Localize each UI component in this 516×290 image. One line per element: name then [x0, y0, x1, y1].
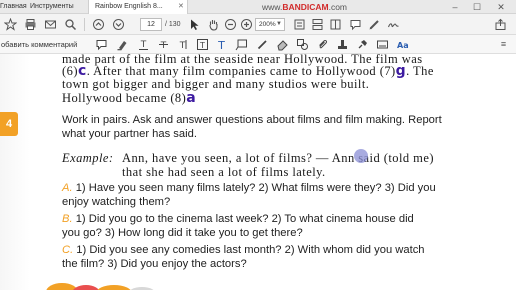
- chevron-down-icon: ▼: [276, 21, 282, 27]
- highlight-icon[interactable]: [116, 38, 129, 51]
- signature-icon[interactable]: [376, 38, 389, 51]
- close-tab-icon[interactable]: ✕: [178, 0, 184, 14]
- mouse-cursor: [354, 149, 368, 163]
- text-fragment: . The: [406, 64, 434, 78]
- comment-icon[interactable]: [349, 18, 362, 31]
- page-gutter: [0, 54, 30, 290]
- exercise-instruction: what your partner has said.: [62, 128, 197, 140]
- next-section-logo: [46, 283, 154, 290]
- underline-icon[interactable]: T: [137, 38, 150, 51]
- item-marker: C.: [62, 244, 74, 256]
- shapes-icon[interactable]: [296, 38, 309, 51]
- share-icon[interactable]: [494, 18, 507, 31]
- example-line: Ann, have you seen, a lot of films? — An…: [122, 151, 434, 165]
- print-icon[interactable]: [24, 18, 37, 31]
- svg-text:T: T: [160, 41, 167, 51]
- collapse-toolbar-icon[interactable]: ≡: [497, 38, 510, 51]
- list-item: A. 1) Have you seen many films lately? 2…: [62, 182, 436, 194]
- comment-toolbar: обавить комментарий T T T T T Aa ≡: [0, 35, 516, 54]
- zoom-select[interactable]: 200% ▼: [255, 18, 285, 31]
- tab-bar: Главная Инструменты Rainbow Engnlish 8..…: [0, 0, 516, 14]
- star-icon[interactable]: [4, 18, 17, 31]
- add-comment-label[interactable]: обавить комментарий: [1, 35, 77, 54]
- watermark-suffix: .com: [328, 2, 348, 12]
- text-format-icon[interactable]: Aa: [396, 38, 409, 51]
- example-line: Example:: [62, 151, 114, 166]
- example-label: Example:: [62, 151, 114, 165]
- pin-icon[interactable]: [356, 38, 369, 51]
- scroll-mode-icon[interactable]: [311, 18, 324, 31]
- tab-document[interactable]: Rainbow Engnlish 8...: [88, 0, 188, 14]
- main-toolbar: 12 / 130 200% ▼: [0, 14, 516, 35]
- minimize-icon[interactable]: –: [448, 0, 462, 14]
- item-marker: B.: [62, 213, 73, 225]
- svg-text:Aa: Aa: [397, 41, 409, 50]
- pencil-icon[interactable]: [256, 38, 269, 51]
- select-cursor-icon[interactable]: [188, 18, 201, 31]
- hand-tool-icon[interactable]: [207, 18, 220, 31]
- example-line: that she had seen a lot of films lately.: [122, 165, 326, 179]
- stamp-icon[interactable]: [336, 38, 349, 51]
- text-insert-icon[interactable]: T: [176, 38, 189, 51]
- text-fragment: . After that many film companies came to…: [86, 64, 396, 78]
- item-text: 1) Have you seen many films lately? 2) W…: [75, 182, 436, 194]
- handwritten-answer: a: [186, 90, 197, 106]
- eraser-icon[interactable]: [276, 38, 289, 51]
- page-total: / 130: [165, 21, 181, 28]
- text-icon[interactable]: T: [215, 38, 228, 51]
- item-text: 1) Did you go to the cinema last week? 2…: [75, 213, 414, 225]
- read-mode-icon[interactable]: [329, 18, 342, 31]
- fit-page-icon[interactable]: [293, 18, 306, 31]
- watermark-prefix: www.: [262, 2, 283, 12]
- maximize-icon[interactable]: ☐: [470, 0, 484, 14]
- sticky-note-icon[interactable]: [95, 38, 108, 51]
- list-item: the film? 3) Did you enjoy the actors?: [62, 258, 247, 270]
- watermark-brand: BANDICAM: [282, 2, 329, 12]
- close-window-icon[interactable]: ✕: [494, 0, 508, 14]
- toolbar-divider: [84, 18, 85, 31]
- item-text: 1) Did you see any comedies last month? …: [76, 244, 425, 256]
- list-item: C. 1) Did you see any comedies last mont…: [62, 244, 425, 256]
- sign-icon[interactable]: [387, 18, 400, 31]
- callout-icon[interactable]: [235, 38, 248, 51]
- list-item: B. 1) Did you go to the cinema last week…: [62, 213, 414, 225]
- document-page: made part of the film at the seaside nea…: [0, 54, 516, 290]
- search-icon[interactable]: [64, 18, 77, 31]
- svg-text:T: T: [217, 39, 225, 51]
- exercise-number-badge: 4: [0, 112, 18, 136]
- svg-text:T: T: [179, 41, 186, 51]
- text-fragment: Hollywood became (8): [62, 91, 187, 105]
- svg-text:T: T: [140, 40, 147, 50]
- list-item: enjoy watching them?: [62, 196, 171, 208]
- recorder-watermark: www.BANDICAM.com: [262, 0, 347, 14]
- list-item: you go? 3) How long did it take you to g…: [62, 227, 303, 239]
- text-line: Hollywood became (8)a: [62, 90, 196, 106]
- page-number-input[interactable]: 12: [140, 18, 162, 31]
- zoom-in-icon[interactable]: [240, 18, 253, 31]
- zoom-out-icon[interactable]: [224, 18, 237, 31]
- zoom-value: 200%: [259, 21, 276, 28]
- handwritten-answer: g: [395, 63, 407, 79]
- tab-tools[interactable]: Инструменты: [24, 0, 94, 14]
- exercise-instruction: Work in pairs. Ask and answer questions …: [62, 114, 442, 126]
- item-marker: A.: [62, 182, 73, 194]
- next-page-icon[interactable]: [112, 18, 125, 31]
- svg-text:T: T: [199, 41, 205, 50]
- text-box-icon[interactable]: T: [196, 38, 209, 51]
- previous-page-icon[interactable]: [92, 18, 105, 31]
- attach-icon[interactable]: [316, 38, 329, 51]
- pen-icon[interactable]: [368, 18, 381, 31]
- blank-label-6: (6): [62, 64, 78, 78]
- strikethrough-icon[interactable]: T: [157, 38, 170, 51]
- mail-icon[interactable]: [44, 18, 57, 31]
